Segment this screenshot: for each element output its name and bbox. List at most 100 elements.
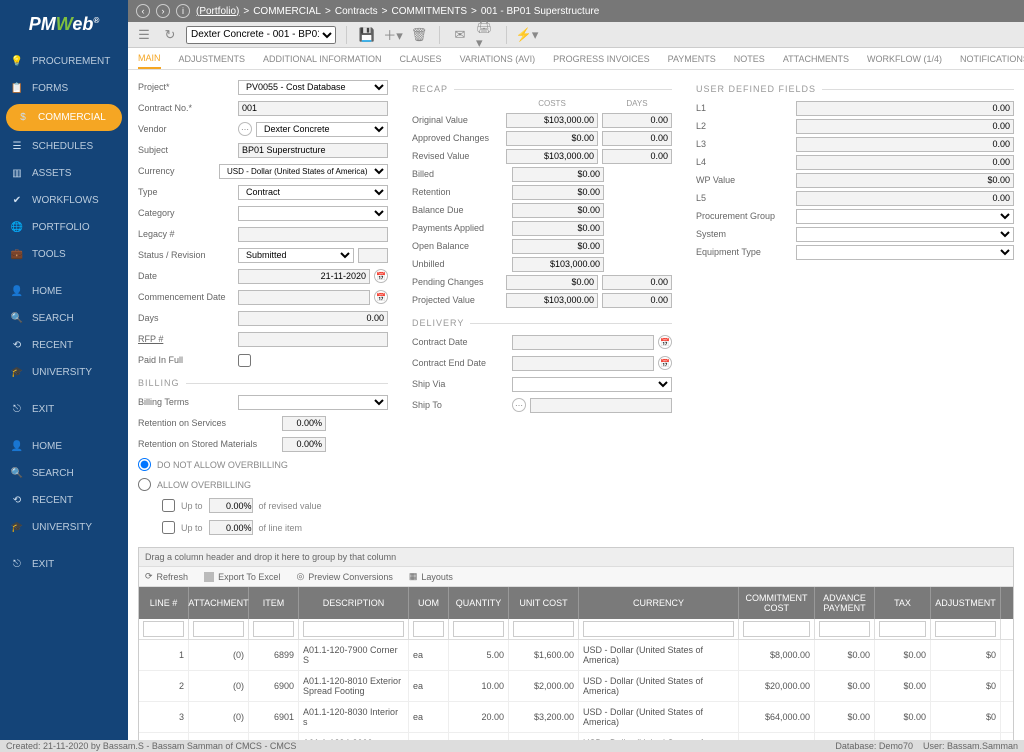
sidebar-item-forms[interactable]: 📋FORMS [0,75,128,102]
sidebar-item-tools[interactable]: 💼TOOLS [0,241,128,268]
commencement-field[interactable] [238,290,370,305]
vendor-picker-icon[interactable]: ⋯ [238,122,252,136]
type-field[interactable]: Contract [238,185,388,200]
tab-adjustments[interactable]: ADJUSTMENTS [179,50,246,68]
sidebar-item-search2[interactable]: 🔍SEARCH [0,460,128,487]
save-icon[interactable]: 💾 [357,25,377,45]
grid-refresh[interactable]: ⟳ Refresh [145,571,188,582]
col-qty[interactable]: QUANTITY [449,587,509,619]
sidebar-item-assets[interactable]: ▥ASSETS [0,160,128,187]
grid-layouts[interactable]: ▦ Layouts [409,571,453,582]
sidebar-item-recent2[interactable]: ⟲RECENT [0,487,128,514]
date-field[interactable] [238,269,370,284]
col-attach[interactable]: ATTACHMENT [189,587,249,619]
bc-2[interactable]: Contracts [335,6,378,17]
category-field[interactable] [238,206,388,221]
sidebar-item-search[interactable]: 🔍SEARCH [0,305,128,332]
tab-attachments[interactable]: ATTACHMENTS [783,50,849,68]
udf-field[interactable] [796,173,1014,188]
no-overbill-radio[interactable] [138,458,151,471]
col-unit[interactable]: UNIT COST [509,587,579,619]
grid-export[interactable]: Export To Excel [204,571,280,582]
print-icon[interactable]: 🖨▾ [476,25,496,45]
project-field[interactable]: PV0055 - Cost Database [238,80,388,95]
tab-notifications[interactable]: NOTIFICATIONS [960,50,1024,68]
sidebar-item-procurement[interactable]: 💡PROCUREMENT [0,48,128,75]
retmat-field[interactable] [282,437,326,452]
sidebar-item-home2[interactable]: 👤HOME [0,433,128,460]
filter-uom[interactable] [413,621,444,637]
retsvc-field[interactable] [282,416,326,431]
col-advance[interactable]: ADVANCE PAYMENT [815,587,875,619]
filter-att[interactable] [193,621,244,637]
paidinfull-checkbox[interactable] [238,354,251,367]
col-desc[interactable]: DESCRIPTION [299,587,409,619]
filter-cc[interactable] [743,621,810,637]
udf-field[interactable] [796,155,1014,170]
contract-date-field[interactable] [512,335,654,350]
billingterms-field[interactable] [238,395,388,410]
sidebar-item-exit[interactable]: ⎋EXIT [0,396,128,423]
tab-variations[interactable]: VARIATIONS (AVI) [460,50,536,68]
history-icon[interactable]: ↻ [160,25,180,45]
tab-main[interactable]: MAIN [138,49,161,69]
sidebar-item-portfolio[interactable]: 🌐PORTFOLIO [0,214,128,241]
shipto-picker-icon[interactable]: ⋯ [512,398,526,412]
mail-icon[interactable]: ✉ [450,25,470,45]
col-uom[interactable]: UOM [409,587,449,619]
col-commitcost[interactable]: COMMITMENT COST [739,587,815,619]
revision-field[interactable] [358,248,388,263]
record-select[interactable]: Dexter Concrete - 001 - BP01 Supers [186,26,336,44]
tab-payments[interactable]: PAYMENTS [668,50,716,68]
tab-workflow[interactable]: WORKFLOW (1/4) [867,50,942,68]
sidebar-item-recent[interactable]: ⟲RECENT [0,332,128,359]
sidebar-item-exit2[interactable]: ⎋EXIT [0,551,128,578]
sidebar-item-university[interactable]: 🎓UNIVERSITY [0,359,128,386]
table-row[interactable]: 4(0)6903A01.1-1294-3000 Foundation Under… [139,733,1013,740]
sidebar-item-university2[interactable]: 🎓UNIVERSITY [0,514,128,541]
delete-icon[interactable]: 🗑 [409,25,429,45]
filter-desc[interactable] [303,621,404,637]
contractno-field[interactable] [238,101,388,116]
nav-back-icon[interactable]: ‹ [136,4,150,18]
bc-1[interactable]: COMMERCIAL [253,6,321,17]
vendor-field[interactable]: Dexter Concrete [256,122,388,137]
tab-clauses[interactable]: CLAUSES [400,50,442,68]
list-icon[interactable]: ☰ [134,25,154,45]
tab-additional[interactable]: ADDITIONAL INFORMATION [263,50,382,68]
sidebar-item-commercial[interactable]: $COMMERCIAL [6,104,122,131]
filter-adj[interactable] [935,621,996,637]
bc-portfolio[interactable]: (Portfolio) [196,6,239,17]
nav-fwd-icon[interactable]: › [156,4,170,18]
info-icon[interactable]: i [176,4,190,18]
sidebar-item-home[interactable]: 👤HOME [0,278,128,305]
table-row[interactable]: 1(0)6899A01.1-120-7900 Corner Sea5.00$1,… [139,640,1013,671]
calendar-icon[interactable]: 📅 [658,335,672,349]
sidebar-item-schedules[interactable]: ☰SCHEDULES [0,133,128,160]
filter-unit[interactable] [513,621,574,637]
calendar-icon[interactable]: 📅 [374,290,388,304]
filter-tax[interactable] [879,621,926,637]
status-field[interactable]: Submitted [238,248,354,263]
udf-field[interactable] [796,119,1014,134]
contract-end-field[interactable] [512,356,654,371]
upto-revised-pct[interactable] [209,498,253,513]
tab-progress[interactable]: PROGRESS INVOICES [553,50,650,68]
currency-field[interactable]: USD - Dollar (United States of America) [219,164,388,179]
filter-line[interactable] [143,621,184,637]
col-item[interactable]: ITEM [249,587,299,619]
legacy-field[interactable] [238,227,388,242]
calendar-icon[interactable]: 📅 [658,356,672,370]
col-tax[interactable]: TAX [875,587,931,619]
col-curr[interactable]: CURRENCY [579,587,739,619]
upto-revised-check[interactable] [162,499,175,512]
col-line[interactable]: LINE # [139,587,189,619]
udf-field[interactable] [796,191,1014,206]
udf-field[interactable] [796,137,1014,152]
allow-overbill-radio[interactable] [138,478,151,491]
filter-item[interactable] [253,621,294,637]
grid-group-hint[interactable]: Drag a column header and drop it here to… [139,548,1013,566]
calendar-icon[interactable]: 📅 [374,269,388,283]
bolt-icon[interactable]: ⚡▾ [517,25,537,45]
sidebar-item-workflows[interactable]: ✔WORKFLOWS [0,187,128,214]
